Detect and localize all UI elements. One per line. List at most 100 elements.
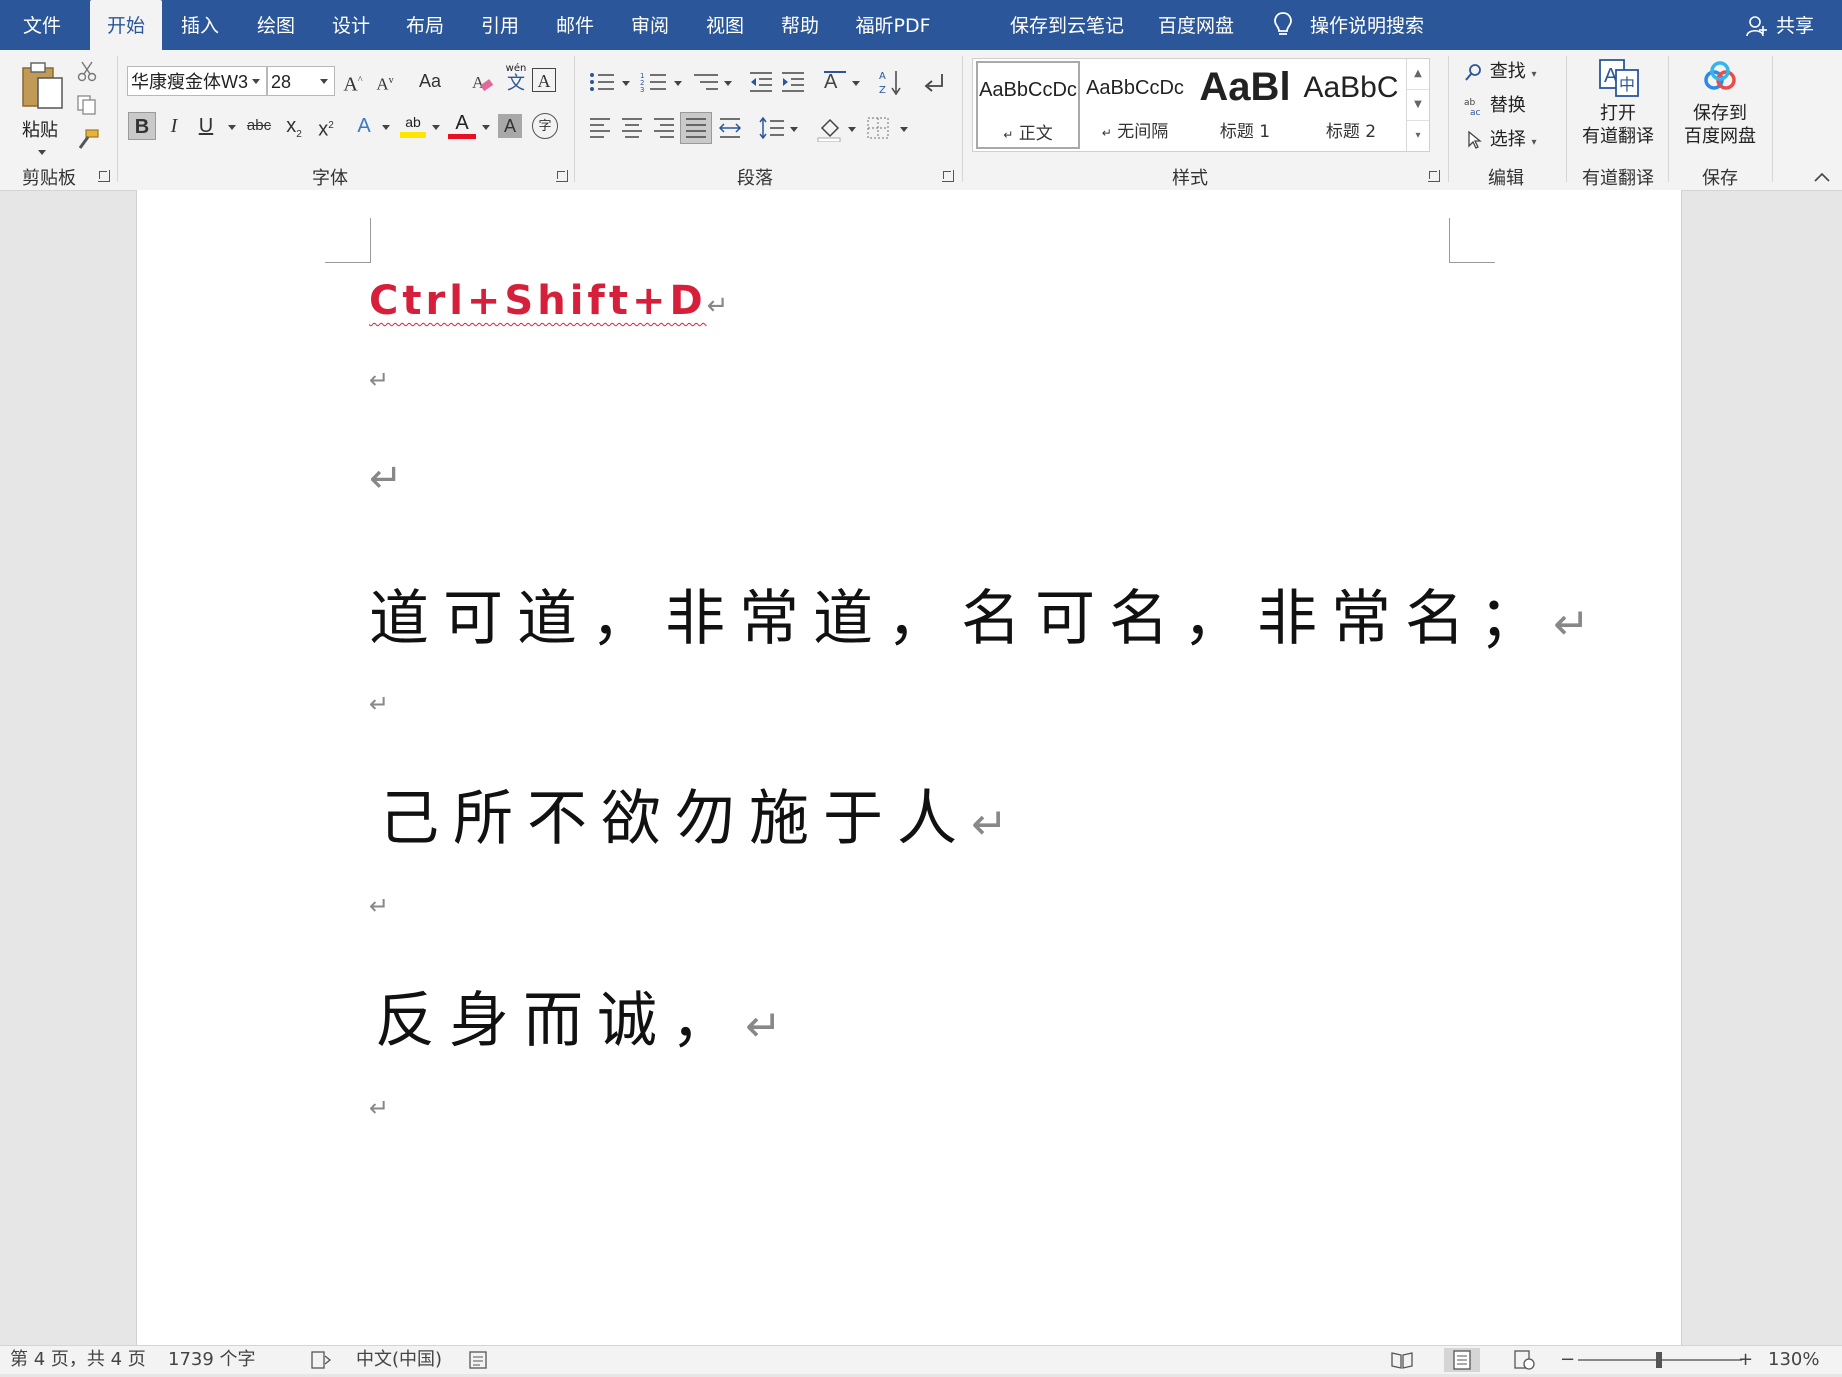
underline-button[interactable]: U — [192, 112, 220, 140]
zoom-in-button[interactable]: + — [1738, 1346, 1753, 1374]
font-dialog-launcher-icon[interactable] — [556, 170, 568, 182]
chevron-down-icon[interactable] — [382, 125, 390, 130]
highlight-button[interactable]: ab — [398, 112, 428, 142]
character-shading-button[interactable]: A — [498, 114, 522, 138]
align-right-icon[interactable] — [652, 116, 676, 140]
chevron-down-icon[interactable] — [848, 127, 856, 132]
tab-mailings[interactable]: 邮件 — [538, 0, 612, 50]
body-line[interactable]: 己所不欲勿施于人↵ — [379, 770, 1008, 857]
enclose-characters-button[interactable]: 字 — [532, 113, 558, 139]
justify-button[interactable] — [680, 112, 712, 144]
doc-heading-line[interactable]: Ctrl+Shift+D↵ — [369, 278, 728, 324]
show-formatting-marks-icon[interactable] — [920, 70, 946, 94]
increase-indent-icon[interactable] — [780, 70, 806, 94]
tab-help[interactable]: 帮助 — [762, 0, 838, 50]
line-spacing-icon[interactable] — [758, 116, 786, 140]
font-name-dropdown[interactable]: 华康瘦金体W3 — [127, 66, 267, 96]
grow-font-button[interactable]: A^ — [339, 67, 367, 96]
find-button[interactable]: 查找 ▾ — [1464, 58, 1560, 86]
multilevel-list-icon[interactable] — [692, 70, 720, 94]
clear-formatting-icon[interactable]: A — [470, 70, 494, 94]
strikethrough-button[interactable]: abc — [242, 112, 276, 140]
format-painter-icon[interactable] — [76, 128, 100, 152]
save-to-cloud-note[interactable]: 保存到云笔记 — [1010, 0, 1124, 50]
borders-icon[interactable] — [866, 116, 890, 140]
numbering-icon[interactable]: 123 — [640, 70, 668, 94]
distributed-align-icon[interactable] — [718, 116, 742, 140]
tab-draw[interactable]: 绘图 — [238, 0, 314, 50]
gallery-down-icon[interactable]: ▼ — [1407, 90, 1429, 121]
paste-button[interactable]: 粘贴 — [14, 58, 70, 158]
paragraph-dialog-launcher-icon[interactable] — [942, 170, 954, 182]
read-mode-button[interactable] — [1384, 1348, 1420, 1372]
word-count[interactable]: 1739 个字 — [168, 1346, 256, 1374]
tab-review[interactable]: 审阅 — [612, 0, 688, 50]
clipboard-dialog-launcher-icon[interactable] — [98, 170, 110, 182]
bold-button[interactable]: B — [128, 112, 156, 140]
empty-paragraph[interactable]: ↵ — [369, 366, 389, 394]
italic-button[interactable]: I — [160, 112, 188, 140]
cut-icon[interactable] — [76, 60, 98, 82]
superscript-button[interactable]: x2 — [312, 112, 340, 141]
search-help-box[interactable]: 操作说明搜索 — [1310, 0, 1424, 50]
style-normal[interactable]: AaBbCcDc ↵ 正文 — [976, 61, 1080, 149]
web-layout-button[interactable] — [1506, 1348, 1542, 1372]
chevron-down-icon[interactable] — [724, 81, 732, 86]
page-count[interactable]: 第 4 页，共 4 页 — [10, 1346, 146, 1374]
shrink-font-button[interactable]: Av — [371, 67, 399, 95]
style-heading-1[interactable]: AaBl 标题 1 — [1193, 61, 1297, 149]
empty-paragraph[interactable]: ↵ — [369, 456, 403, 502]
share-button[interactable]: 共享 — [1776, 0, 1814, 50]
chevron-down-icon[interactable] — [852, 81, 860, 86]
gallery-up-icon[interactable]: ▲ — [1407, 59, 1429, 90]
character-border-button[interactable]: A — [532, 68, 556, 92]
zoom-level[interactable]: 130% — [1768, 1346, 1819, 1374]
youdao-translate-button[interactable]: A 中 打开 有道翻译 — [1576, 58, 1660, 158]
chevron-down-icon[interactable] — [674, 81, 682, 86]
baidu-netdisk-tab[interactable]: 百度网盘 — [1158, 0, 1234, 50]
chevron-down-icon[interactable] — [790, 127, 798, 132]
language-indicator[interactable]: 中文(中国) — [356, 1346, 442, 1374]
align-center-icon[interactable] — [620, 116, 644, 140]
tab-view[interactable]: 视图 — [688, 0, 762, 50]
text-effects-button[interactable]: A — [350, 112, 378, 140]
print-layout-button[interactable] — [1444, 1348, 1480, 1372]
chevron-down-icon[interactable] — [622, 81, 630, 86]
tab-file[interactable]: 文件 — [0, 0, 84, 50]
empty-paragraph[interactable]: ↵ — [369, 690, 389, 718]
body-line[interactable]: 道可道，非常道，名可名，非常名；↵ — [369, 570, 1590, 657]
tab-foxit-pdf[interactable]: 福昕PDF — [840, 0, 946, 50]
chevron-down-icon[interactable] — [432, 125, 440, 130]
empty-paragraph[interactable]: ↵ — [369, 1094, 389, 1122]
tab-design[interactable]: 设计 — [314, 0, 388, 50]
style-no-spacing[interactable]: AaBbCcDc ↵ 无间隔 — [1083, 61, 1187, 149]
align-left-icon[interactable] — [588, 116, 612, 140]
body-line[interactable]: 反身而诚，↵ — [375, 972, 782, 1059]
font-size-dropdown[interactable]: 28 — [267, 66, 335, 96]
tab-insert[interactable]: 插入 — [162, 0, 238, 50]
style-heading-2[interactable]: AaBbC 标题 2 — [1299, 61, 1403, 149]
tab-layout[interactable]: 布局 — [388, 0, 462, 50]
phonetic-guide-button[interactable]: wén 文 — [502, 64, 530, 98]
chevron-down-icon[interactable] — [482, 125, 490, 130]
collapse-ribbon-icon[interactable] — [1814, 172, 1830, 182]
save-to-baidu-button[interactable]: 保存到 百度网盘 — [1678, 58, 1762, 158]
subscript-button[interactable]: x2 — [280, 112, 308, 140]
styles-dialog-launcher-icon[interactable] — [1428, 170, 1440, 182]
tab-home[interactable]: 开始 — [90, 0, 162, 50]
proofing-icon[interactable] — [310, 1350, 332, 1370]
chevron-down-icon[interactable] — [900, 127, 908, 132]
chinese-layout-icon[interactable]: A — [822, 68, 850, 94]
copy-icon[interactable] — [76, 94, 98, 116]
replace-button[interactable]: ab ac 替换 — [1464, 92, 1560, 120]
tab-references[interactable]: 引用 — [462, 0, 538, 50]
font-color-button[interactable]: A — [448, 112, 476, 142]
document-page[interactable]: Ctrl+Shift+D↵ ↵ ↵ 道可道，非常道，名可名，非常名；↵ ↵ 己所… — [136, 190, 1682, 1345]
select-button[interactable]: 选择 ▾ — [1464, 126, 1560, 154]
empty-paragraph[interactable]: ↵ — [369, 892, 389, 920]
chevron-down-icon[interactable] — [228, 125, 236, 130]
bullets-icon[interactable] — [588, 70, 616, 94]
shading-bucket-icon[interactable] — [816, 114, 844, 142]
zoom-slider-thumb[interactable] — [1656, 1352, 1662, 1368]
zoom-out-button[interactable]: − — [1560, 1346, 1575, 1374]
